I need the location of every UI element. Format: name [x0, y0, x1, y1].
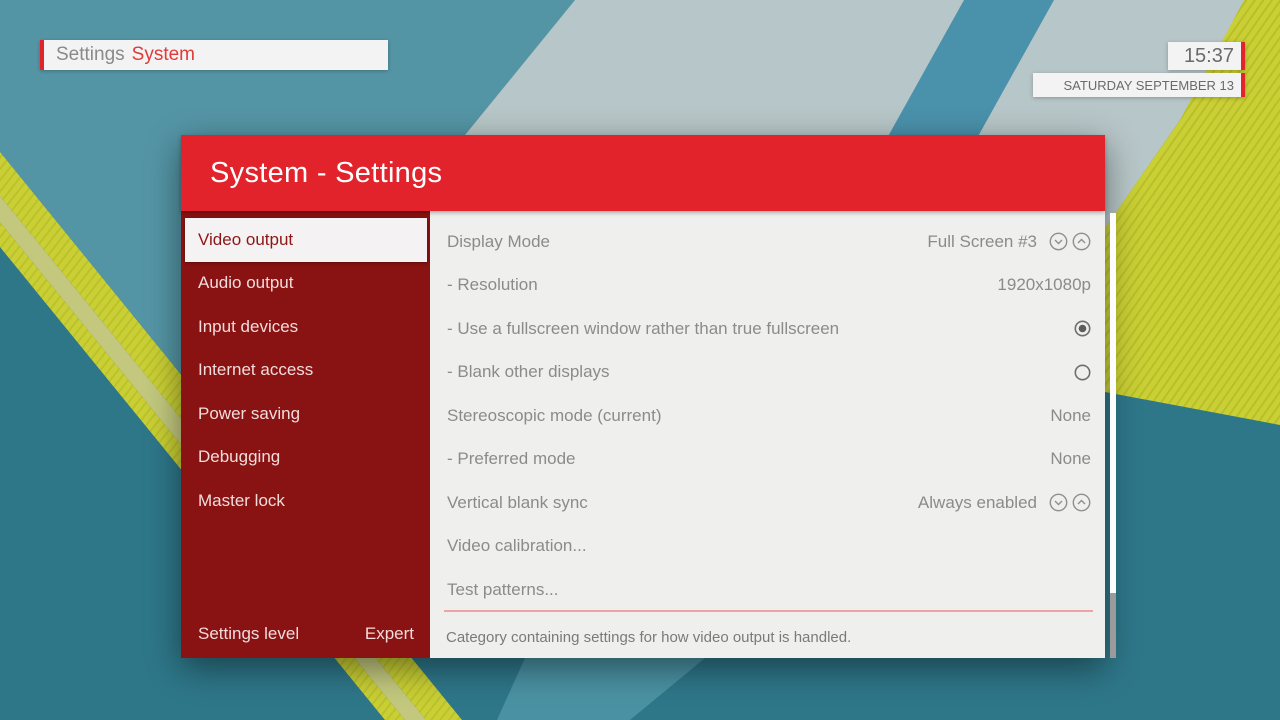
- setting-value: None: [1050, 449, 1091, 469]
- breadcrumb-section: Settings: [56, 44, 125, 66]
- description-divider: [444, 610, 1093, 612]
- setting-value: 1920x1080p: [997, 275, 1091, 295]
- sidebar-item-label: Video output: [198, 230, 293, 250]
- dialog-header: System - Settings: [181, 135, 1105, 211]
- sidebar-item-label: Audio output: [198, 273, 293, 293]
- scrollbar-thumb[interactable]: [1110, 213, 1116, 593]
- settings-level-value: Expert: [365, 624, 414, 644]
- setting-description: Category containing settings for how vid…: [446, 629, 851, 646]
- setting-label: Test patterns...: [447, 580, 559, 600]
- sidebar-item-master-lock[interactable]: Master lock: [181, 479, 430, 523]
- setting-row-test-patterns[interactable]: Test patterns...: [447, 568, 1091, 612]
- clock-time: 15:37: [1168, 42, 1245, 70]
- setting-label: Vertical blank sync: [447, 493, 588, 513]
- sidebar-item-internet-access[interactable]: Internet access: [181, 349, 430, 393]
- dialog-scrollbar[interactable]: [1110, 213, 1116, 658]
- clock-date-label: SATURDAY SEPTEMBER 13: [1064, 78, 1235, 93]
- breadcrumb: Settings System: [40, 40, 388, 70]
- radio-unchecked-icon[interactable]: [1074, 364, 1091, 381]
- sidebar-item-debugging[interactable]: Debugging: [181, 436, 430, 480]
- setting-label: - Resolution: [447, 275, 538, 295]
- setting-row-blank-other-displays[interactable]: - Blank other displays: [447, 351, 1091, 395]
- spinner-up-icon[interactable]: [1072, 493, 1091, 512]
- setting-row-vertical-blank-sync[interactable]: Vertical blank sync Always enabled: [447, 481, 1091, 525]
- dialog-body: Video output Audio output Input devices …: [181, 211, 1105, 658]
- clock-time-label: 15:37: [1184, 45, 1234, 68]
- sidebar-item-input-devices[interactable]: Input devices: [181, 305, 430, 349]
- spinner-down-icon[interactable]: [1049, 493, 1068, 512]
- sidebar-item-label: Master lock: [198, 491, 285, 511]
- category-sidebar: Video output Audio output Input devices …: [181, 211, 430, 658]
- setting-value: None: [1050, 406, 1091, 426]
- sidebar-item-power-saving[interactable]: Power saving: [181, 392, 430, 436]
- breadcrumb-subsection: System: [132, 44, 195, 66]
- setting-label: Video calibration...: [447, 536, 587, 556]
- setting-row-fullscreen-window[interactable]: - Use a fullscreen window rather than tr…: [447, 307, 1091, 351]
- setting-row-resolution[interactable]: - Resolution 1920x1080p: [447, 264, 1091, 308]
- setting-row-stereoscopic-mode[interactable]: Stereoscopic mode (current) None: [447, 394, 1091, 438]
- sidebar-item-label: Debugging: [198, 447, 280, 467]
- sidebar-item-audio-output[interactable]: Audio output: [181, 262, 430, 306]
- setting-value: Always enabled: [918, 493, 1037, 513]
- sidebar-item-label: Internet access: [198, 360, 313, 380]
- spinner-up-icon[interactable]: [1072, 232, 1091, 251]
- sidebar-item-label: Power saving: [198, 404, 300, 424]
- setting-row-display-mode[interactable]: Display Mode Full Screen #3: [447, 220, 1091, 264]
- sidebar-item-video-output[interactable]: Video output: [185, 218, 427, 262]
- setting-row-preferred-mode[interactable]: - Preferred mode None: [447, 438, 1091, 482]
- spinner-down-icon[interactable]: [1049, 232, 1068, 251]
- screen: Settings System 15:37 SATURDAY SEPTEMBER…: [0, 0, 1280, 720]
- setting-label: - Preferred mode: [447, 449, 576, 469]
- setting-value: Full Screen #3: [927, 232, 1037, 252]
- settings-level-label: Settings level: [198, 624, 299, 644]
- clock-date: SATURDAY SEPTEMBER 13: [1033, 73, 1245, 97]
- setting-label: Display Mode: [447, 232, 550, 252]
- radio-checked-icon[interactable]: [1074, 320, 1091, 337]
- setting-label: Stereoscopic mode (current): [447, 406, 661, 426]
- setting-label: - Blank other displays: [447, 362, 610, 382]
- settings-panel: Display Mode Full Screen #3 - Resolution…: [430, 211, 1105, 658]
- setting-label: - Use a fullscreen window rather than tr…: [447, 319, 839, 339]
- setting-row-video-calibration[interactable]: Video calibration...: [447, 525, 1091, 569]
- settings-level-row[interactable]: Settings level Expert: [198, 624, 414, 644]
- settings-dialog: System - Settings Video output Audio out…: [181, 135, 1105, 658]
- dialog-title: System - Settings: [210, 157, 442, 190]
- sidebar-item-label: Input devices: [198, 317, 298, 337]
